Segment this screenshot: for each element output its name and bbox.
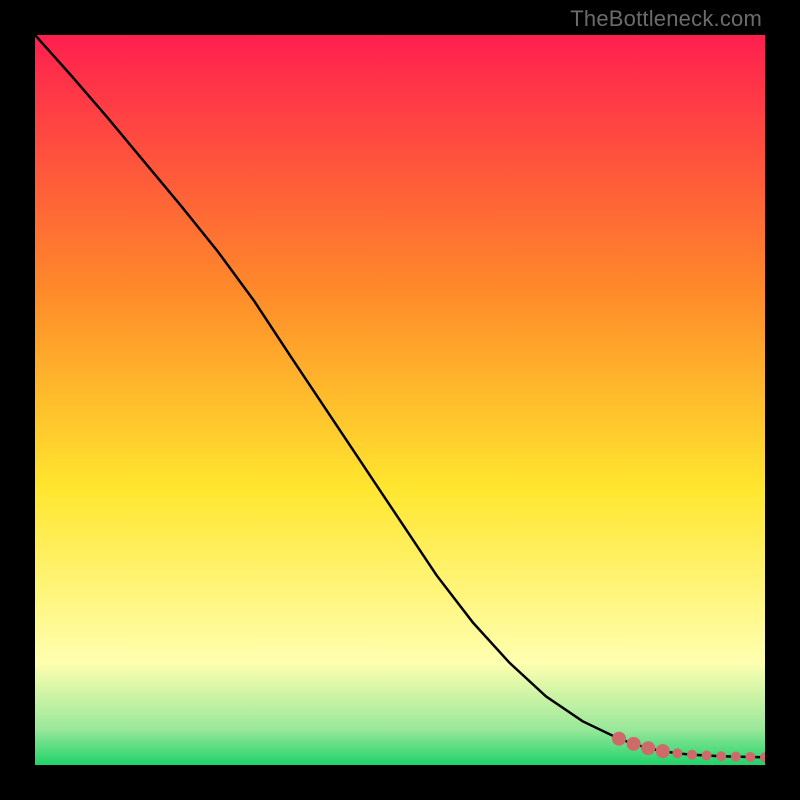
marker-dot [656, 744, 670, 758]
marker-dot [745, 752, 755, 762]
watermark-label: TheBottleneck.com [570, 6, 762, 32]
marker-dot [612, 732, 626, 746]
marker-dot [731, 752, 741, 762]
marker-dot [627, 737, 641, 751]
marker-dot [716, 751, 726, 761]
chart-stage: TheBottleneck.com [0, 0, 800, 800]
marker-dot [760, 752, 765, 762]
marker-dot [672, 748, 682, 758]
bottleneck-curve [35, 35, 765, 757]
chart-svg [35, 35, 765, 765]
marker-dot [687, 750, 697, 760]
marker-dot [641, 741, 655, 755]
marker-dot [702, 751, 712, 761]
plot-area [35, 35, 765, 765]
